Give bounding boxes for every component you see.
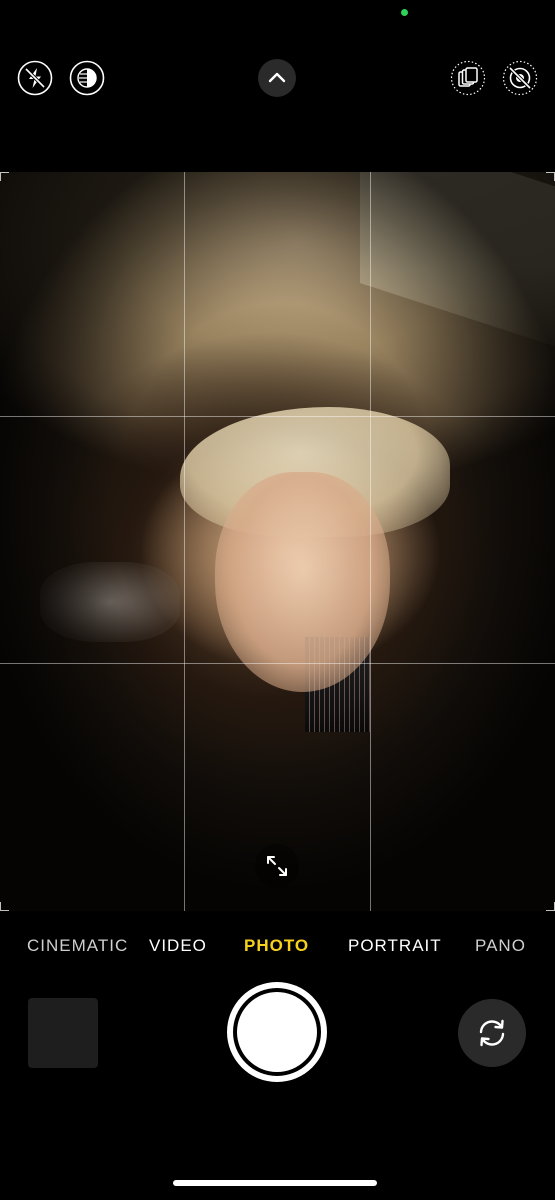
grid-line-horizontal bbox=[0, 663, 555, 664]
flash-toggle-button[interactable] bbox=[17, 60, 53, 96]
grid-line-horizontal bbox=[0, 416, 555, 417]
photographic-styles-off-icon bbox=[502, 60, 538, 96]
photographic-styles-button[interactable] bbox=[502, 60, 538, 96]
live-photo-icon bbox=[450, 60, 486, 96]
shutter-button[interactable] bbox=[227, 982, 327, 1082]
home-indicator[interactable] bbox=[173, 1180, 377, 1186]
live-photo-button[interactable] bbox=[450, 60, 486, 96]
frame-corner bbox=[0, 172, 9, 181]
night-mode-icon bbox=[69, 60, 105, 96]
top-controls bbox=[0, 56, 555, 102]
expand-arrows-icon bbox=[267, 856, 287, 876]
flip-camera-button[interactable] bbox=[458, 999, 526, 1067]
camera-viewfinder[interactable] bbox=[0, 172, 555, 911]
frame-corner bbox=[0, 902, 9, 911]
frame-corner bbox=[546, 902, 555, 911]
mode-cinematic[interactable]: CINEMATIC bbox=[27, 936, 128, 956]
camera-mode-selector: CINEMATIC VIDEO PHOTO PORTRAIT PANO bbox=[0, 930, 555, 962]
expand-field-of-view-button[interactable] bbox=[255, 844, 299, 888]
shutter-icon bbox=[237, 992, 317, 1072]
last-photo-thumbnail[interactable] bbox=[28, 998, 98, 1068]
camera-flip-icon bbox=[479, 1019, 505, 1047]
mode-photo[interactable]: PHOTO bbox=[244, 936, 309, 956]
chevron-up-icon bbox=[268, 72, 286, 83]
camera-in-use-indicator bbox=[401, 9, 408, 16]
mode-video[interactable]: VIDEO bbox=[149, 936, 207, 956]
night-mode-button[interactable] bbox=[69, 60, 105, 96]
mode-pano[interactable]: PANO bbox=[475, 936, 526, 956]
frame-corner bbox=[546, 172, 555, 181]
grid-line-vertical bbox=[184, 172, 185, 911]
flash-off-icon bbox=[17, 60, 53, 96]
show-controls-button[interactable] bbox=[258, 59, 296, 97]
viewfinder-vignette bbox=[0, 172, 555, 911]
grid-line-vertical bbox=[370, 172, 371, 911]
mode-portrait[interactable]: PORTRAIT bbox=[348, 936, 442, 956]
